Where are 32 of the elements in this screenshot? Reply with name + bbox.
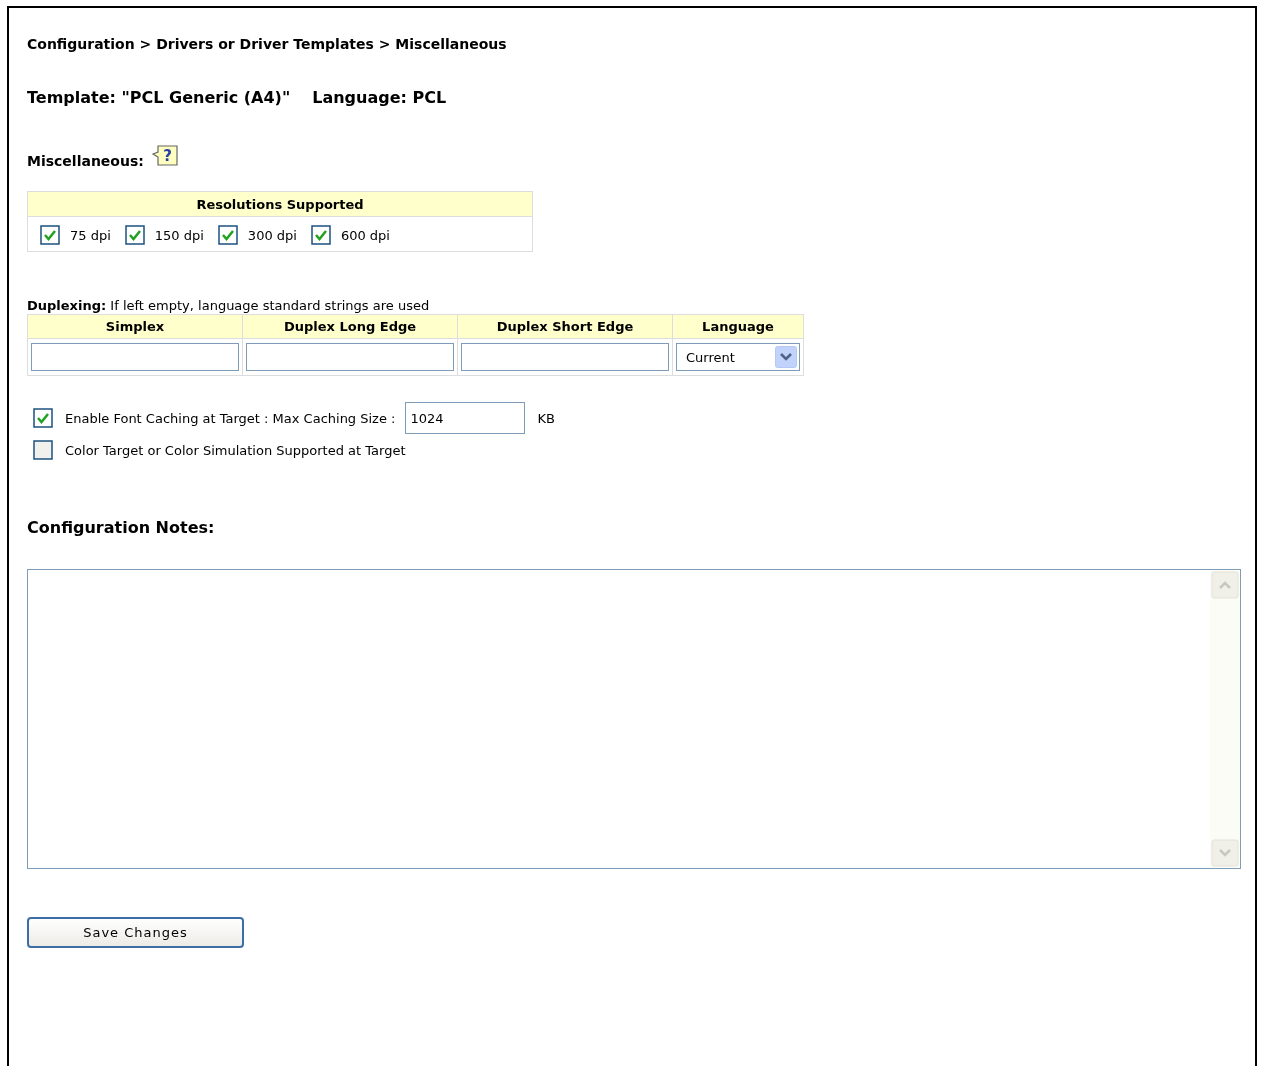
option-label: Color Target or Color Simulation Supported at Target bbox=[65, 442, 406, 458]
option-label: Enable Font Caching at Target : Max Caching Size : bbox=[65, 410, 396, 426]
template-name: Template: "PCL Generic (A4)" bbox=[27, 88, 291, 107]
column-header: Duplex Short Edge bbox=[457, 314, 673, 339]
duplexing-note: Duplexing: If left empty, language standard strings are used bbox=[27, 298, 431, 313]
checkbox[interactable] bbox=[217, 225, 238, 245]
input-field[interactable] bbox=[31, 343, 239, 371]
checkbox[interactable] bbox=[33, 440, 53, 460]
breadcrumb: Configuration > Drivers or Driver Templates > Miscellaneous bbox=[27, 36, 508, 52]
column-header: Simplex bbox=[27, 314, 243, 339]
column-header: Duplex Long Edge bbox=[242, 314, 458, 339]
table-header: Resolutions Supported bbox=[28, 192, 532, 217]
caching-size-field[interactable]: 1024 bbox=[405, 402, 526, 434]
checkbox[interactable] bbox=[40, 225, 60, 245]
help-icon[interactable]: ? bbox=[149, 143, 180, 169]
checkbox-label: 150 dpi bbox=[154, 227, 204, 243]
checkbox-label: 600 dpi bbox=[340, 227, 390, 243]
scrollbar[interactable] bbox=[1210, 570, 1240, 868]
checkbox-label: 300 dpi bbox=[247, 227, 297, 243]
input-field[interactable] bbox=[246, 343, 454, 371]
language-dropdown[interactable]: Current bbox=[676, 343, 800, 371]
column-header: Language bbox=[672, 314, 804, 339]
checkbox-label: 75 dpi bbox=[70, 227, 111, 243]
input-field[interactable] bbox=[461, 343, 669, 371]
section-title: Miscellaneous: bbox=[27, 153, 144, 169]
checkbox[interactable] bbox=[124, 225, 145, 245]
template-language: Language: PCL bbox=[312, 88, 447, 107]
checkbox[interactable] bbox=[33, 408, 53, 428]
checkbox[interactable] bbox=[310, 225, 331, 245]
notes-title: Configuration Notes: bbox=[27, 518, 216, 537]
save-button[interactable]: Save Changes bbox=[27, 917, 244, 948]
unit-label: KB bbox=[537, 410, 555, 426]
